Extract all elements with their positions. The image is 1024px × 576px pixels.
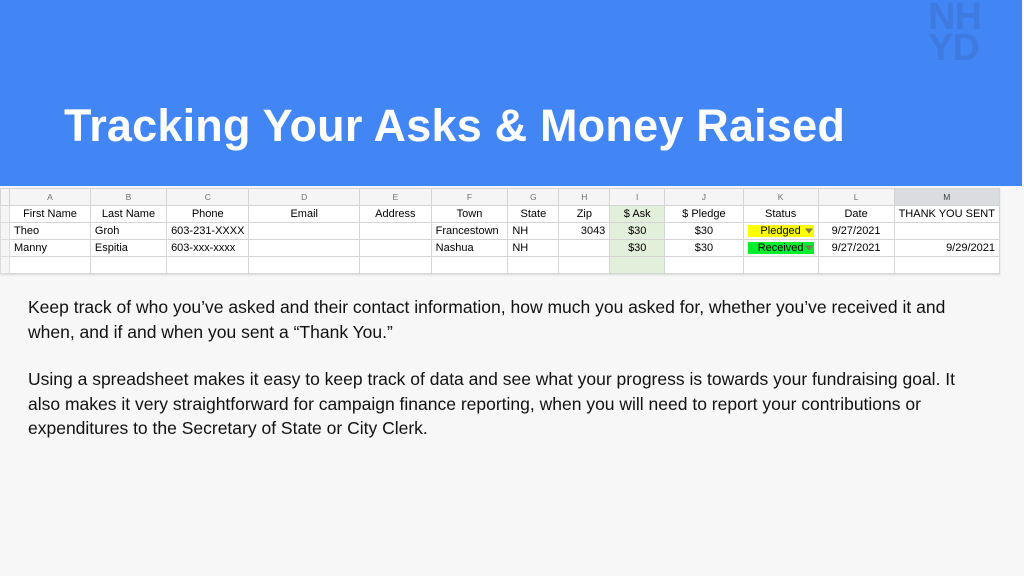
field-header-status[interactable]: Status	[742, 205, 819, 223]
cell-first-name[interactable]: Manny	[9, 239, 91, 257]
column-letter-row: A B C D E F G H I J K L M	[0, 188, 1001, 206]
column-header-l[interactable]: L	[817, 188, 895, 206]
chevron-down-icon[interactable]	[804, 245, 813, 251]
cell-pledge[interactable]: $30	[664, 222, 744, 240]
cell-address[interactable]	[359, 222, 432, 240]
cell-empty[interactable]	[664, 256, 744, 274]
cell-thank-you-sent[interactable]	[893, 222, 1001, 240]
table-row[interactable]: Theo Groh 603-231-XXXX Francestown NH 30…	[0, 222, 1001, 240]
page-title: Tracking Your Asks & Money Raised	[64, 100, 846, 151]
cell-status[interactable]: Pledged	[742, 222, 819, 240]
cell-state[interactable]: NH	[507, 239, 560, 257]
nhyd-logo: NH YD	[928, 0, 1012, 76]
field-header-row: First Name Last Name Phone Email Address…	[0, 205, 1001, 223]
cell-town[interactable]: Nashua	[430, 239, 509, 257]
field-header-ask[interactable]: $ Ask	[609, 205, 666, 223]
row-gutter	[0, 256, 10, 274]
column-header-k[interactable]: K	[742, 188, 819, 206]
row-gutter	[0, 222, 10, 240]
field-header-email[interactable]: Email	[248, 205, 360, 223]
cell-last-name[interactable]: Espitia	[89, 239, 168, 257]
logo-line-2: YD	[928, 27, 980, 70]
cell-empty[interactable]	[507, 256, 560, 274]
field-header-first-name[interactable]: First Name	[9, 205, 91, 223]
cell-last-name[interactable]: Groh	[89, 222, 168, 240]
cell-status[interactable]: Received	[742, 239, 819, 257]
field-header-last-name[interactable]: Last Name	[89, 205, 168, 223]
cell-email[interactable]	[248, 239, 360, 257]
cell-empty[interactable]	[166, 256, 250, 274]
field-header-town[interactable]: Town	[430, 205, 509, 223]
column-header-b[interactable]: B	[89, 188, 168, 206]
cell-empty[interactable]	[558, 256, 611, 274]
column-header-f[interactable]: F	[430, 188, 509, 206]
cell-ask[interactable]: $30	[609, 239, 666, 257]
body-copy: Keep track of who you’ve asked and their…	[28, 295, 990, 441]
column-header-g[interactable]: G	[507, 188, 560, 206]
cell-empty[interactable]	[89, 256, 168, 274]
cell-empty[interactable]	[9, 256, 91, 274]
field-header-date[interactable]: Date	[817, 205, 895, 223]
cell-town[interactable]: Francestown	[430, 222, 509, 240]
cell-empty[interactable]	[248, 256, 360, 274]
cell-empty[interactable]	[430, 256, 509, 274]
field-header-pledge[interactable]: $ Pledge	[664, 205, 744, 223]
column-header-c[interactable]: C	[166, 188, 250, 206]
cell-date[interactable]: 9/27/2021	[817, 239, 895, 257]
cell-state[interactable]: NH	[507, 222, 560, 240]
column-header-h[interactable]: H	[558, 188, 611, 206]
cell-thank-you-sent[interactable]: 9/29/2021	[893, 239, 1001, 257]
cell-empty[interactable]	[359, 256, 432, 274]
column-header-e[interactable]: E	[359, 188, 432, 206]
cell-phone[interactable]: 603-xxx-xxxx	[166, 239, 250, 257]
chevron-down-icon[interactable]	[804, 228, 813, 234]
cell-zip[interactable]	[558, 239, 611, 257]
cell-empty[interactable]	[742, 256, 819, 274]
table-row-empty[interactable]	[0, 256, 1001, 274]
select-all-corner[interactable]	[0, 188, 10, 206]
paragraph-1: Keep track of who you’ve asked and their…	[28, 297, 946, 342]
row-gutter	[0, 239, 10, 257]
field-header-address[interactable]: Address	[359, 205, 432, 223]
cell-email[interactable]	[248, 222, 360, 240]
spreadsheet-screenshot: A B C D E F G H I J K L M First Name Las…	[0, 188, 1001, 274]
cell-empty[interactable]	[817, 256, 895, 274]
cell-ask[interactable]: $30	[609, 222, 666, 240]
column-header-j[interactable]: J	[664, 188, 744, 206]
field-header-zip[interactable]: Zip	[558, 205, 611, 223]
column-header-i[interactable]: I	[609, 188, 666, 206]
cell-first-name[interactable]: Theo	[9, 222, 91, 240]
cell-pledge[interactable]: $30	[664, 239, 744, 257]
column-header-m[interactable]: M	[893, 188, 1001, 206]
column-header-a[interactable]: A	[9, 188, 91, 206]
table-row[interactable]: Manny Espitia 603-xxx-xxxx Nashua NH $30…	[0, 239, 1001, 257]
paragraph-2: Using a spreadsheet makes it easy to kee…	[28, 368, 956, 439]
field-header-thank-you-sent[interactable]: THANK YOU SENT	[893, 205, 1001, 223]
field-header-state[interactable]: State	[507, 205, 560, 223]
slide-header-band: NH YD Tracking Your Asks & Money Raised	[0, 0, 1022, 186]
cell-address[interactable]	[359, 239, 432, 257]
column-header-d[interactable]: D	[248, 188, 360, 206]
cell-zip[interactable]: 3043	[558, 222, 611, 240]
cell-empty[interactable]	[893, 256, 1001, 274]
cell-date[interactable]: 9/27/2021	[817, 222, 895, 240]
cell-phone[interactable]: 603-231-XXXX	[166, 222, 250, 240]
field-header-phone[interactable]: Phone	[166, 205, 250, 223]
cell-empty[interactable]	[609, 256, 666, 274]
row-gutter	[0, 205, 10, 223]
